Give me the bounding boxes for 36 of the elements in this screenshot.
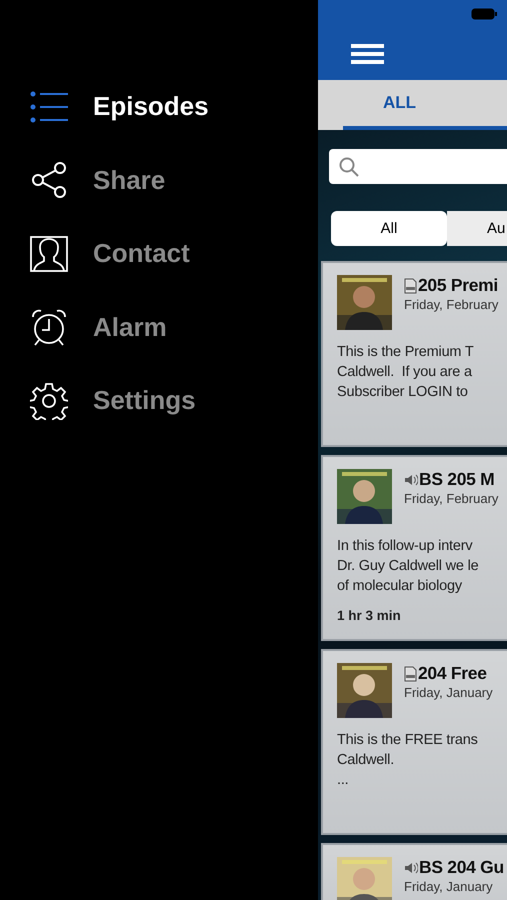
episode-title: BS 204 Gu [419,857,504,878]
episode-date: Friday, February [404,491,498,506]
search-icon [339,156,359,176]
episode-card[interactable]: BS 205 M Friday, February In this follow-up interv Dr. Guy Caldwell we le of molecular biology 1 hr 3 min [321,455,507,641]
menu-icon[interactable] [351,44,384,64]
episode-duration: 1 hr 3 min [337,608,402,623]
menu-item[interactable]: Episodes [93,91,209,122]
share-icon [30,161,68,200]
episode-card[interactable]: BS 204 Gu Friday, January [321,843,507,900]
episode-date: Friday, January [404,879,494,894]
menu-item[interactable]: Alarm [93,312,167,343]
settings-icon [30,382,68,420]
search-field[interactable] [329,149,507,184]
contact-icon [30,236,68,272]
episode-description: This is the FREE trans Caldwell. ... [337,731,479,790]
alarm-icon [30,308,68,346]
episode-title: 204 Free [418,663,487,684]
episode-card[interactable]: 205 Premi Friday, February This is the Premium T Caldwell. If you are a Subscriber LOGIN to [321,261,507,447]
episode-card[interactable]: 204 Free Friday, January This is the FREE trans Caldwell. ... [321,649,507,835]
episode-date: Friday, February [404,297,498,312]
filter-segment[interactable]: All [331,211,447,246]
document-icon [404,278,417,294]
speaker-icon [404,860,418,874]
episode-title: BS 205 M [419,469,494,490]
battery-icon [471,8,497,20]
episode-description: This is the Premium T Caldwell. If you are a Subscriber LOGIN to [337,343,475,402]
episode-date: Friday, January [404,685,493,700]
menu-item[interactable]: Share [93,164,166,196]
menu-item[interactable]: Contact [93,238,190,270]
filter-segment[interactable]: Au [447,211,507,246]
list-icon [30,90,68,123]
menu-item[interactable]: Settings [93,385,196,416]
episode-description: In this follow-up interv Dr. Guy Caldwell we le of molecular biology [337,537,480,596]
document-icon [404,666,417,682]
speaker-icon [404,472,418,486]
episode-title: 205 Premi [418,275,498,296]
